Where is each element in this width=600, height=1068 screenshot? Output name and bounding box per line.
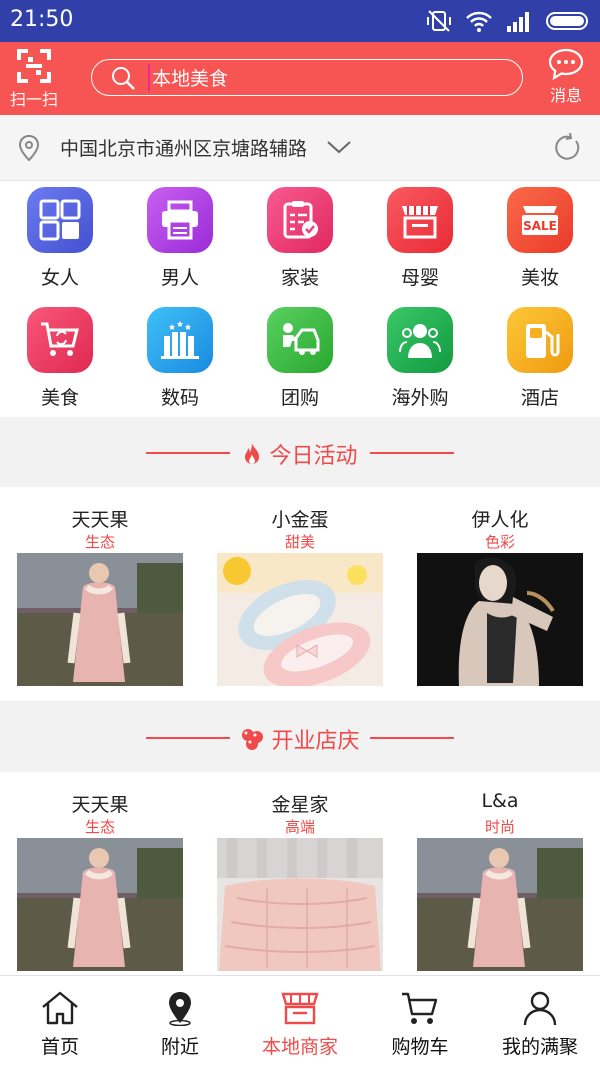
scan-button[interactable]: 扫一扫 — [8, 48, 60, 110]
category-label: 酒店 — [520, 387, 559, 409]
signal-icon — [507, 12, 529, 32]
search-value: 本地美食 — [148, 64, 228, 91]
balloons-icon — [242, 729, 264, 750]
location-pin-icon — [18, 135, 40, 161]
category-label: 数码 — [160, 387, 199, 409]
category-home[interactable]: 家装 — [240, 187, 360, 290]
printer-icon — [147, 187, 213, 253]
category-food[interactable]: 美食 — [0, 307, 120, 410]
grid-icon — [27, 187, 93, 253]
model-portrait-image — [417, 553, 583, 686]
shop-tag: 生态 — [84, 818, 115, 836]
shop-card[interactable]: 天天果 生态 — [17, 790, 183, 971]
shop-card[interactable]: L&a 时尚 — [417, 790, 583, 971]
shop-name: 天天果 — [71, 794, 129, 816]
pink-coat-image — [417, 838, 583, 971]
header: 扫一扫 本地美食 消息 — [0, 42, 600, 115]
divider — [370, 452, 454, 454]
scan-icon — [17, 49, 51, 83]
sale-tag-icon: SALE — [507, 187, 573, 253]
category-label: 美妆 — [520, 267, 559, 289]
pink-quilt-image — [217, 838, 383, 971]
tab-profile[interactable]: 我的满聚 — [480, 990, 600, 1059]
category-label: 母婴 — [400, 267, 439, 289]
category-grid: 女人 男人 家装 母婴 SALE 美妆 美食 数码 团购 海外购 酒店 — [0, 181, 600, 417]
people-icon — [387, 307, 453, 373]
fuel-icon — [507, 307, 573, 373]
location-bar[interactable]: 中国北京市通州区京塘路辅路 — [0, 115, 600, 181]
tab-local-merchants[interactable]: 本地商家 — [240, 990, 360, 1059]
shop-card[interactable]: 金星家 高端 — [217, 790, 383, 971]
shop-icon — [387, 187, 453, 253]
search-icon — [112, 66, 135, 90]
flame-icon — [245, 443, 260, 464]
chevron-down-icon[interactable] — [326, 139, 352, 155]
shop-tag: 生态 — [84, 533, 115, 551]
buildings-icon — [147, 307, 213, 373]
section-header-anniversary: 开业店庆 — [0, 704, 600, 772]
shop-name: 伊人化 — [471, 509, 529, 531]
clipboard-icon — [267, 187, 333, 253]
shop-card[interactable]: 天天果 生态 — [17, 505, 183, 686]
shop-tag: 甜美 — [284, 533, 315, 551]
refresh-icon[interactable] — [552, 133, 582, 163]
pink-coat-image — [17, 838, 183, 971]
status-time: 21:50 — [10, 7, 74, 32]
home-icon — [42, 991, 78, 1025]
activity-list: 天天果 生态 小金蛋 甜美 伊人化 色彩 — [0, 487, 600, 701]
car-icon — [267, 307, 333, 373]
status-bar: 21:50 — [0, 0, 600, 42]
category-hotel[interactable]: 酒店 — [480, 307, 600, 410]
category-men[interactable]: 男人 — [120, 187, 240, 290]
anniversary-list: 天天果 生态 金星家 高端 L&a 时尚 — [0, 772, 600, 975]
category-baby[interactable]: 母婴 — [360, 187, 480, 290]
location-address: 中国北京市通州区京塘路辅路 — [60, 138, 308, 160]
category-label: 团购 — [280, 387, 319, 409]
wifi-icon — [466, 11, 492, 32]
category-beauty[interactable]: SALE 美妆 — [480, 187, 600, 290]
category-label: 男人 — [160, 267, 199, 289]
store-icon — [281, 992, 319, 1025]
shop-name: 小金蛋 — [271, 509, 329, 531]
shop-card[interactable]: 小金蛋 甜美 — [217, 505, 383, 686]
tab-home[interactable]: 首页 — [0, 990, 120, 1059]
chat-bubble-icon — [548, 48, 584, 80]
battery-icon — [546, 12, 588, 30]
baby-shoes-image — [217, 553, 383, 686]
shop-tag: 时尚 — [484, 818, 515, 836]
category-women[interactable]: 女人 — [0, 187, 120, 290]
cart-icon — [27, 307, 93, 373]
svg-text:SALE: SALE — [523, 219, 557, 233]
section-header-today: 今日活动 — [0, 419, 600, 487]
category-group-buy[interactable]: 团购 — [240, 307, 360, 410]
message-label: 消息 — [549, 86, 582, 105]
section-title: 开业店庆 — [0, 723, 600, 755]
location-icon — [169, 992, 191, 1026]
category-digital[interactable]: 数码 — [120, 307, 240, 410]
shop-name: 天天果 — [71, 509, 129, 531]
category-label: 家装 — [280, 267, 319, 289]
category-label: 美食 — [40, 387, 79, 409]
tab-nearby[interactable]: 附近 — [120, 990, 240, 1059]
shop-tag: 高端 — [284, 818, 315, 836]
shop-name: 金星家 — [271, 794, 329, 816]
shop-tag: 色彩 — [484, 533, 515, 551]
user-icon — [523, 991, 557, 1026]
section-title: 今日活动 — [0, 438, 600, 470]
category-overseas[interactable]: 海外购 — [360, 307, 480, 410]
message-button[interactable]: 消息 — [540, 48, 592, 106]
search-input[interactable]: 本地美食 — [91, 59, 523, 96]
bottom-tab-bar: 首页 附近 本地商家 购物车 我的满聚 — [0, 975, 600, 1068]
tab-cart[interactable]: 购物车 — [360, 990, 480, 1059]
divider — [370, 737, 454, 739]
pink-coat-image — [17, 553, 183, 686]
category-label: 海外购 — [391, 387, 449, 409]
cart-icon — [402, 992, 438, 1024]
scan-label: 扫一扫 — [9, 90, 58, 109]
mute-vibrate-icon — [427, 10, 451, 32]
shop-name: L&a — [481, 790, 519, 812]
shop-card[interactable]: 伊人化 色彩 — [417, 505, 583, 686]
category-label: 女人 — [40, 267, 79, 289]
